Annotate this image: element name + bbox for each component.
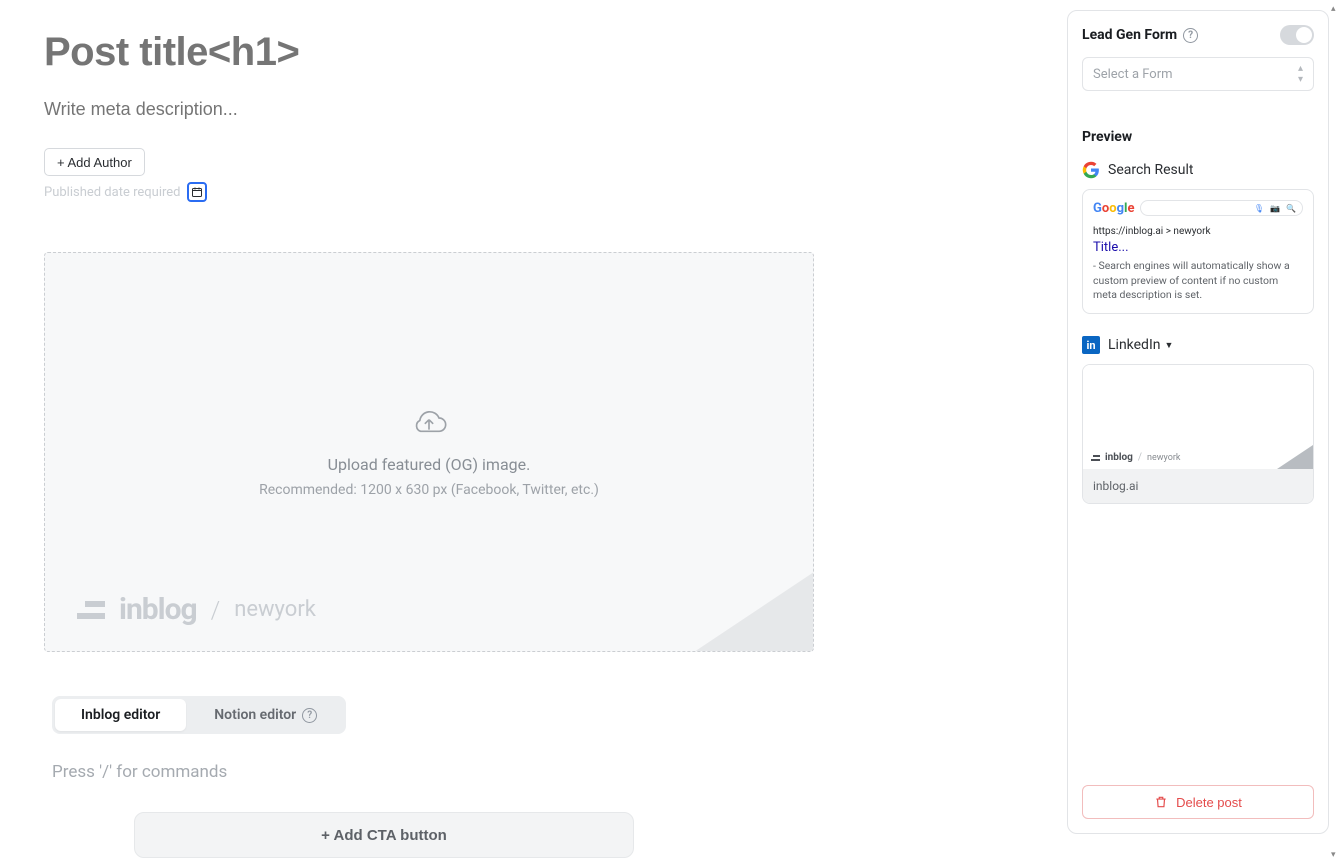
search-preview-card: Google 🎙📷🔍 https://inblog.ai > newyork T… bbox=[1082, 189, 1314, 314]
linkedin-preview-image: inblog / newyork bbox=[1083, 365, 1313, 469]
search-result-title: Title... bbox=[1093, 240, 1303, 255]
search-bar-mock: 🎙📷🔍 bbox=[1140, 200, 1303, 216]
inblog-logo-mark bbox=[1091, 455, 1100, 461]
add-cta-button[interactable]: + Add CTA button bbox=[134, 812, 634, 858]
og-image-upload[interactable]: Upload featured (OG) image. Recommended:… bbox=[44, 252, 814, 652]
scrollbar[interactable]: ▴ ▾ bbox=[1331, 4, 1341, 860]
search-breadcrumb: https://inblog.ai > newyork bbox=[1093, 226, 1303, 237]
linkedin-icon: in bbox=[1082, 336, 1100, 354]
chevron-updown-icon: ▴▾ bbox=[1298, 64, 1303, 85]
google-icon bbox=[1082, 161, 1100, 179]
calendar-icon bbox=[191, 186, 203, 198]
form-select-dropdown[interactable]: Select a Form ▴▾ bbox=[1082, 57, 1314, 91]
preview-heading: Preview bbox=[1082, 129, 1314, 145]
tab-notion-editor[interactable]: Notion editor ? bbox=[188, 699, 343, 731]
caret-down-icon: ▼ bbox=[1165, 340, 1174, 351]
editor-body-placeholder[interactable]: Press '/' for commands bbox=[52, 762, 1016, 782]
linkedin-preview-domain: inblog.ai bbox=[1083, 469, 1313, 503]
leadgen-form-title: Lead Gen Form ? bbox=[1082, 27, 1198, 43]
search-result-desc: - Search engines will automatically show… bbox=[1093, 259, 1303, 303]
og-upload-text: Upload featured (OG) image. bbox=[328, 455, 531, 474]
date-picker-button[interactable] bbox=[187, 182, 207, 202]
scroll-up-icon: ▴ bbox=[1331, 4, 1341, 14]
search-result-label: Search Result bbox=[1082, 161, 1314, 179]
editor-tabs: Inblog editor Notion editor ? bbox=[52, 696, 346, 734]
settings-sidebar: Lead Gen Form ? Select a Form ▴▾ Preview… bbox=[1067, 10, 1329, 834]
add-author-button[interactable]: + Add Author bbox=[44, 148, 145, 176]
cloud-upload-icon bbox=[409, 407, 449, 439]
linkedin-preview-dropdown[interactable]: LinkedIn ▼ bbox=[1108, 337, 1173, 353]
meta-description-input[interactable] bbox=[44, 99, 944, 120]
help-icon[interactable]: ? bbox=[1183, 28, 1198, 43]
og-brand-sub: newyork bbox=[234, 597, 316, 622]
og-upload-hint: Recommended: 1200 x 630 px (Facebook, Tw… bbox=[259, 482, 599, 498]
inblog-logo-mark bbox=[77, 601, 105, 619]
og-brand-watermark: inblog / newyork bbox=[77, 592, 316, 627]
trash-icon bbox=[1154, 795, 1168, 809]
published-date-label: Published date required bbox=[44, 185, 181, 200]
tab-inblog-editor[interactable]: Inblog editor bbox=[55, 699, 186, 731]
og-corner-decoration bbox=[694, 572, 814, 652]
inblog-logo-text: inblog bbox=[119, 592, 197, 627]
google-logo: Google bbox=[1093, 201, 1134, 216]
scroll-down-icon: ▾ bbox=[1331, 850, 1341, 860]
post-title-input[interactable] bbox=[44, 30, 944, 75]
editor-main: + Add Author Published date required Upl… bbox=[0, 0, 1060, 868]
linkedin-preview-card: inblog / newyork inblog.ai bbox=[1082, 364, 1314, 504]
delete-post-button[interactable]: Delete post bbox=[1082, 785, 1314, 819]
leadgen-toggle[interactable] bbox=[1280, 25, 1314, 45]
published-date-row: Published date required bbox=[44, 182, 1016, 202]
help-icon: ? bbox=[302, 708, 317, 723]
